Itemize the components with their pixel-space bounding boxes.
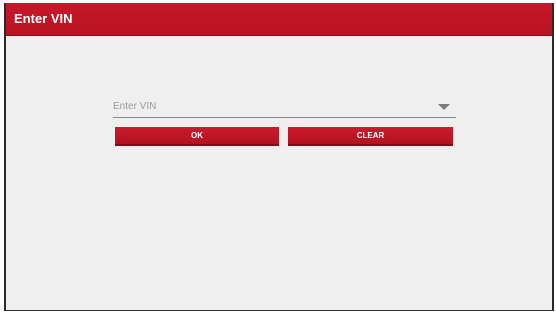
vin-combobox[interactable] xyxy=(113,96,456,118)
ok-button[interactable]: OK xyxy=(115,127,279,146)
enter-vin-window: Enter VIN OK CLEAR xyxy=(4,3,554,311)
window-title: Enter VIN xyxy=(14,11,73,26)
vin-input[interactable] xyxy=(113,96,433,117)
title-bar: Enter VIN xyxy=(6,3,552,36)
clear-button[interactable]: CLEAR xyxy=(288,127,453,146)
dropdown-arrow-icon[interactable] xyxy=(438,104,450,110)
